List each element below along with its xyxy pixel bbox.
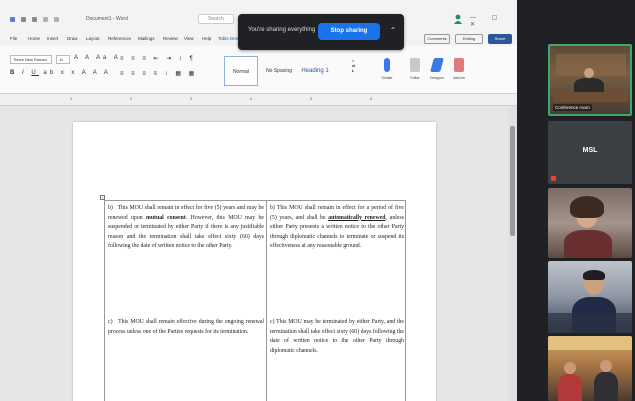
ruler-mark: 1 — [70, 96, 73, 101]
window-controls[interactable]: — ▢ ✕ — [470, 14, 517, 28]
tab-home[interactable]: Home — [28, 36, 40, 41]
participant-tile[interactable] — [548, 188, 632, 258]
font-format-buttons[interactable]: A A Aa A — [74, 55, 121, 61]
save-icon[interactable] — [21, 17, 26, 22]
expand-icon[interactable]: ⌃ — [388, 25, 398, 37]
ruler-mark: 5 — [310, 96, 313, 101]
screen: Document1 - Word Search — ▢ ✕ File Home … — [0, 0, 635, 401]
text-style-buttons[interactable]: B I U ab x x A A A — [10, 70, 111, 76]
participant-name: Conference room — [553, 104, 592, 111]
addins-label: Add-ins — [453, 76, 465, 80]
table-cell[interactable]: b) This MOU shall remain in effect for f… — [108, 204, 264, 252]
ruler-mark: 6 — [370, 96, 373, 101]
tab-insert[interactable]: Insert — [47, 36, 58, 41]
participant-avatar-label: MSL — [582, 147, 598, 154]
account-icon[interactable] — [454, 14, 462, 24]
style-no-spacing[interactable]: No Spacing — [262, 56, 296, 86]
find-replace-buttons[interactable]: ⌕ ⇄ ▸ — [352, 58, 356, 73]
vertical-scrollbar[interactable] — [508, 106, 517, 401]
document-title: Document1 - Word — [86, 16, 128, 22]
tab-file[interactable]: File — [10, 36, 17, 41]
tab-references[interactable]: References — [108, 36, 131, 41]
tab-view[interactable]: View — [184, 36, 194, 41]
alignment-buttons[interactable]: ≡ ≡ ≡ ≡ ↕ ▦ ▦ — [120, 70, 197, 77]
share-button[interactable]: Share — [488, 34, 512, 44]
scrollbar-thumb[interactable] — [510, 126, 515, 236]
table-cell[interactable]: c) This MOU shall remain effective durin… — [108, 318, 264, 337]
font-name-value: Times New Roman — [13, 57, 47, 62]
table-cell[interactable]: c) This MOU may be terminated by either … — [270, 318, 404, 356]
paragraph-buttons[interactable]: ≡ ≡ ≡ ⇤ ⇥ ↕ ¶ — [120, 55, 196, 62]
addins-icon[interactable] — [454, 58, 464, 72]
sharing-status-text: You're sharing everything — [248, 27, 316, 33]
participants-panel: Conference room MSL — [517, 0, 635, 401]
customize-toolbar-icon[interactable] — [54, 17, 59, 22]
editor-icon[interactable] — [410, 58, 420, 72]
participant-tile[interactable]: Conference room — [548, 44, 632, 116]
tab-help[interactable]: Help — [202, 36, 211, 41]
screen-share-banner: You're sharing everything Stop sharing ⌃ — [238, 14, 404, 50]
tab-layout[interactable]: Layout — [86, 36, 100, 41]
autosave-icon[interactable] — [10, 17, 15, 22]
stop-sharing-button[interactable]: Stop sharing — [318, 23, 380, 40]
participant-tile[interactable] — [548, 261, 632, 333]
ruler-mark: 3 — [190, 96, 193, 101]
editing-mode-button[interactable]: Editing — [455, 34, 483, 44]
style-heading-1[interactable]: Heading 1 — [298, 56, 332, 86]
editor-label: Editor — [410, 76, 420, 80]
ruler-mark: 2 — [130, 96, 133, 101]
mic-off-icon — [551, 176, 556, 181]
redo-icon[interactable] — [43, 17, 48, 22]
comparison-table: b) This MOU shall remain in effect for f… — [104, 200, 406, 401]
comments-button[interactable]: Comments — [424, 34, 450, 44]
dictate-label: Dictate — [381, 76, 393, 80]
tab-review[interactable]: Review — [163, 36, 178, 41]
horizontal-ruler[interactable] — [0, 94, 517, 106]
participant-tile[interactable]: MSL — [548, 121, 632, 184]
designer-label: Designer — [429, 76, 444, 80]
font-size-value: 11 — [59, 57, 64, 62]
document-page[interactable]: + b) This MOU shall remain in effect for… — [73, 122, 436, 401]
table-cell[interactable]: b) This MOU shall remain in effect for a… — [270, 204, 404, 252]
word-window: Document1 - Word Search — ▢ ✕ File Home … — [0, 0, 517, 401]
column-divider[interactable] — [266, 201, 267, 401]
ruler-mark: 4 — [250, 96, 253, 101]
undo-icon[interactable] — [32, 17, 37, 22]
participant-tile[interactable] — [548, 336, 632, 401]
style-normal[interactable]: Normal — [224, 56, 258, 86]
dictate-icon[interactable] — [384, 58, 390, 72]
tab-draw[interactable]: Draw — [67, 36, 78, 41]
search-placeholder: Search — [208, 16, 224, 22]
tab-mailings[interactable]: Mailings — [138, 36, 155, 41]
